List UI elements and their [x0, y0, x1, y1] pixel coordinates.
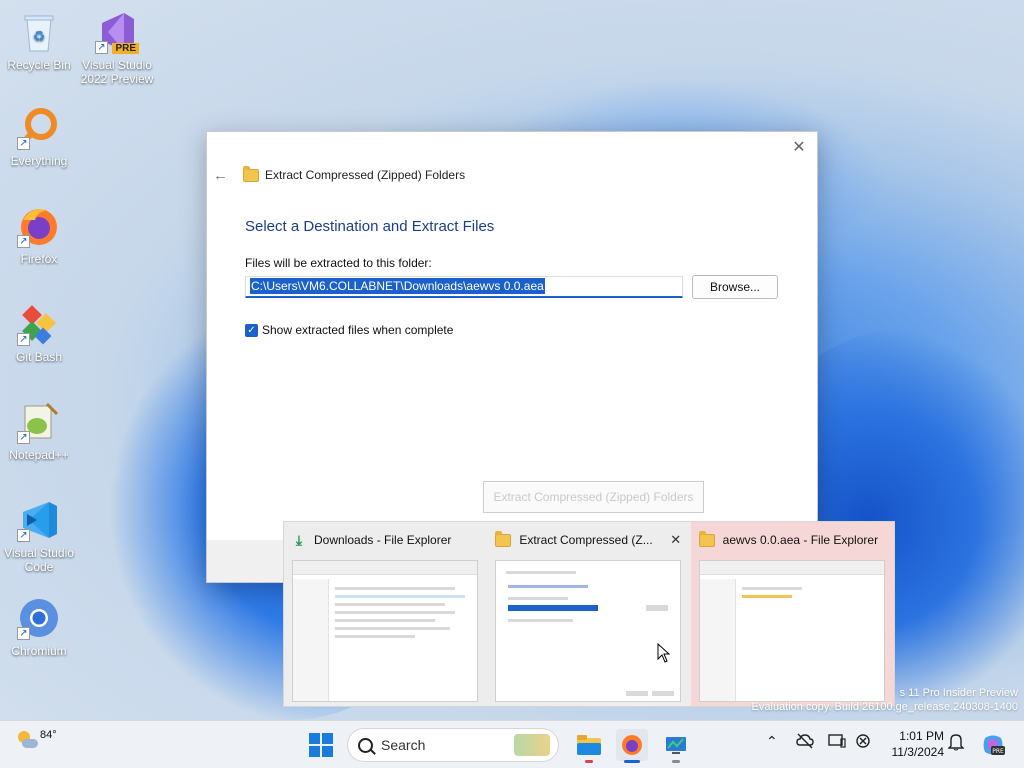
desktop-icon-label: Firefox: [20, 252, 58, 266]
desktop-icon-label: Visual Studio 2022 Preview: [80, 58, 154, 86]
recycle-bin-icon: ♻: [15, 8, 63, 56]
back-arrow-icon[interactable]: ←: [213, 168, 231, 184]
dialog-close-button[interactable]: ✕: [789, 138, 809, 158]
desktop-icon-chromium[interactable]: ↗ Chromium: [0, 594, 78, 658]
desktop-icon-label: Notepad++: [9, 448, 69, 462]
dialog-title: Extract Compressed (Zipped) Folders: [265, 168, 466, 182]
svg-text:♻: ♻: [33, 28, 46, 44]
cloud-offline-icon[interactable]: [796, 733, 814, 752]
desktop-icon-vscode[interactable]: ↗ Visual Studio Code: [0, 496, 78, 574]
destination-path-value: C:\Users\VM6.COLLABNET\Downloads\aewvs 0…: [250, 278, 545, 294]
thumbnail-preview: [698, 560, 885, 702]
thumbnail-preview: [495, 560, 682, 702]
shortcut-arrow-icon: ↗: [17, 235, 30, 248]
thumbnail-downloads-explorer[interactable]: ⤓ Downloads - File Explorer: [284, 522, 487, 706]
pre-badge: PRE: [112, 43, 139, 54]
thumbnail-preview: [292, 560, 478, 702]
desktop-background: ♻ Recycle Bin PRE ↗ Visual Studio 2022 Pr…: [0, 0, 1024, 720]
taskbar-app-monitor[interactable]: [660, 729, 692, 763]
copilot-preview-icon[interactable]: PRE: [980, 732, 1006, 761]
desktop-icon-git-bash[interactable]: ↗ Git Bash: [0, 300, 78, 364]
extract-dialog: ✕ ← Extract Compressed (Zipped) Folders …: [206, 131, 818, 583]
desktop-icon-label: Visual Studio Code: [4, 546, 74, 574]
chromium-icon: ↗: [15, 594, 63, 642]
start-button[interactable]: [309, 733, 333, 757]
taskbar-file-explorer[interactable]: [573, 729, 605, 763]
browse-button[interactable]: Browse...: [692, 275, 778, 299]
desktop-icon-notepad-plus-plus[interactable]: ↗ Notepad++: [0, 398, 78, 462]
everything-search-icon: ↗: [15, 104, 63, 152]
resource-monitor-icon: [666, 737, 686, 754]
firefox-icon: ↗: [15, 202, 63, 250]
visual-studio-preview-icon: PRE ↗: [93, 8, 141, 56]
notepad-plus-plus-icon: ↗: [15, 398, 63, 446]
notification-bell-icon[interactable]: [947, 733, 965, 754]
search-placeholder: Search: [381, 737, 426, 753]
destination-label: Files will be extracted to this folder:: [245, 256, 432, 270]
destination-path-input[interactable]: C:\Users\VM6.COLLABNET\Downloads\aewvs 0…: [245, 276, 683, 298]
file-explorer-icon: [577, 735, 601, 755]
git-bash-icon: ↗: [15, 300, 63, 348]
shortcut-arrow-icon: ↗: [95, 41, 108, 54]
firefox-icon: [622, 735, 642, 755]
desktop-icon-firefox[interactable]: ↗ Firefox: [0, 202, 78, 266]
show-files-checkbox-row[interactable]: ✓ Show extracted files when complete: [245, 323, 453, 337]
taskbar-search-box[interactable]: Search: [347, 728, 559, 762]
shortcut-arrow-icon: ↗: [17, 529, 30, 542]
zip-folder-icon: [495, 530, 512, 547]
desktop-icon-visual-studio-preview[interactable]: PRE ↗ Visual Studio 2022 Preview: [78, 8, 156, 86]
search-highlight-icon: [514, 734, 550, 756]
desktop-icon-recycle-bin[interactable]: ♻ Recycle Bin: [0, 8, 78, 72]
dialog-heading: Select a Destination and Extract Files: [245, 218, 495, 235]
thumbnail-extract-dialog[interactable]: Extract Compressed (Z... ✕: [487, 522, 690, 706]
partly-sunny-icon: [16, 729, 38, 751]
extract-button[interactable]: Extract Compressed (Zipped) Folders: [483, 481, 704, 513]
display-icon[interactable]: [828, 733, 846, 752]
system-clock[interactable]: 1:01 PM 11/3/2024: [878, 728, 945, 760]
show-hidden-icons-chevron-icon[interactable]: ⌃: [766, 733, 778, 750]
desktop-icon-everything[interactable]: ↗ Everything: [0, 104, 78, 168]
dialog-title-row: Extract Compressed (Zipped) Folders: [243, 165, 466, 182]
thumbnail-title: aewvs 0.0.aea - File Explorer: [722, 533, 879, 547]
thumbnail-close-button[interactable]: ✕: [669, 532, 683, 548]
shortcut-arrow-icon: ↗: [17, 137, 30, 150]
weather-widget[interactable]: 84°: [16, 729, 57, 751]
thumbnail-title: Downloads - File Explorer: [314, 533, 452, 547]
desktop-icon-label: Chromium: [11, 644, 67, 658]
vscode-icon: ↗: [15, 496, 63, 544]
clock-time: 1:01 PM: [899, 729, 944, 743]
mouse-cursor-icon: [657, 643, 671, 663]
shortcut-arrow-icon: ↗: [17, 333, 30, 346]
taskbar: 84° Search ⌃ 1:01 PM 11/3/2024 PRE: [0, 720, 1024, 768]
checkbox-checked-icon[interactable]: ✓: [245, 323, 258, 337]
evaluation-watermark: s 11 Pro Insider Preview Evaluation copy…: [751, 687, 1018, 713]
taskbar-thumbnail-popup: ⤓ Downloads - File Explorer Extract Comp…: [283, 521, 895, 707]
desktop-icon-label: Git Bash: [15, 350, 63, 364]
shortcut-arrow-icon: ↗: [17, 627, 30, 640]
clock-date: 11/3/2024: [891, 745, 945, 759]
download-icon: ⤓: [295, 532, 303, 548]
thumbnail-title: Extract Compressed (Z...: [519, 533, 653, 547]
shortcut-arrow-icon: ↗: [17, 431, 30, 444]
zip-folder-icon: [243, 165, 259, 182]
show-files-label: Show extracted files when complete: [262, 323, 454, 337]
weather-temperature: 84°: [40, 729, 57, 741]
desktop-icon-label: Recycle Bin: [7, 58, 71, 72]
network-disconnected-icon[interactable]: [855, 733, 873, 752]
folder-icon: [698, 530, 715, 547]
taskbar-firefox[interactable]: [616, 729, 648, 763]
search-icon: [358, 737, 373, 753]
desktop-icon-label: Everything: [10, 154, 68, 168]
thumbnail-aewvs-explorer[interactable]: aewvs 0.0.aea - File Explorer: [690, 522, 894, 706]
svg-text:PRE: PRE: [992, 748, 1004, 755]
